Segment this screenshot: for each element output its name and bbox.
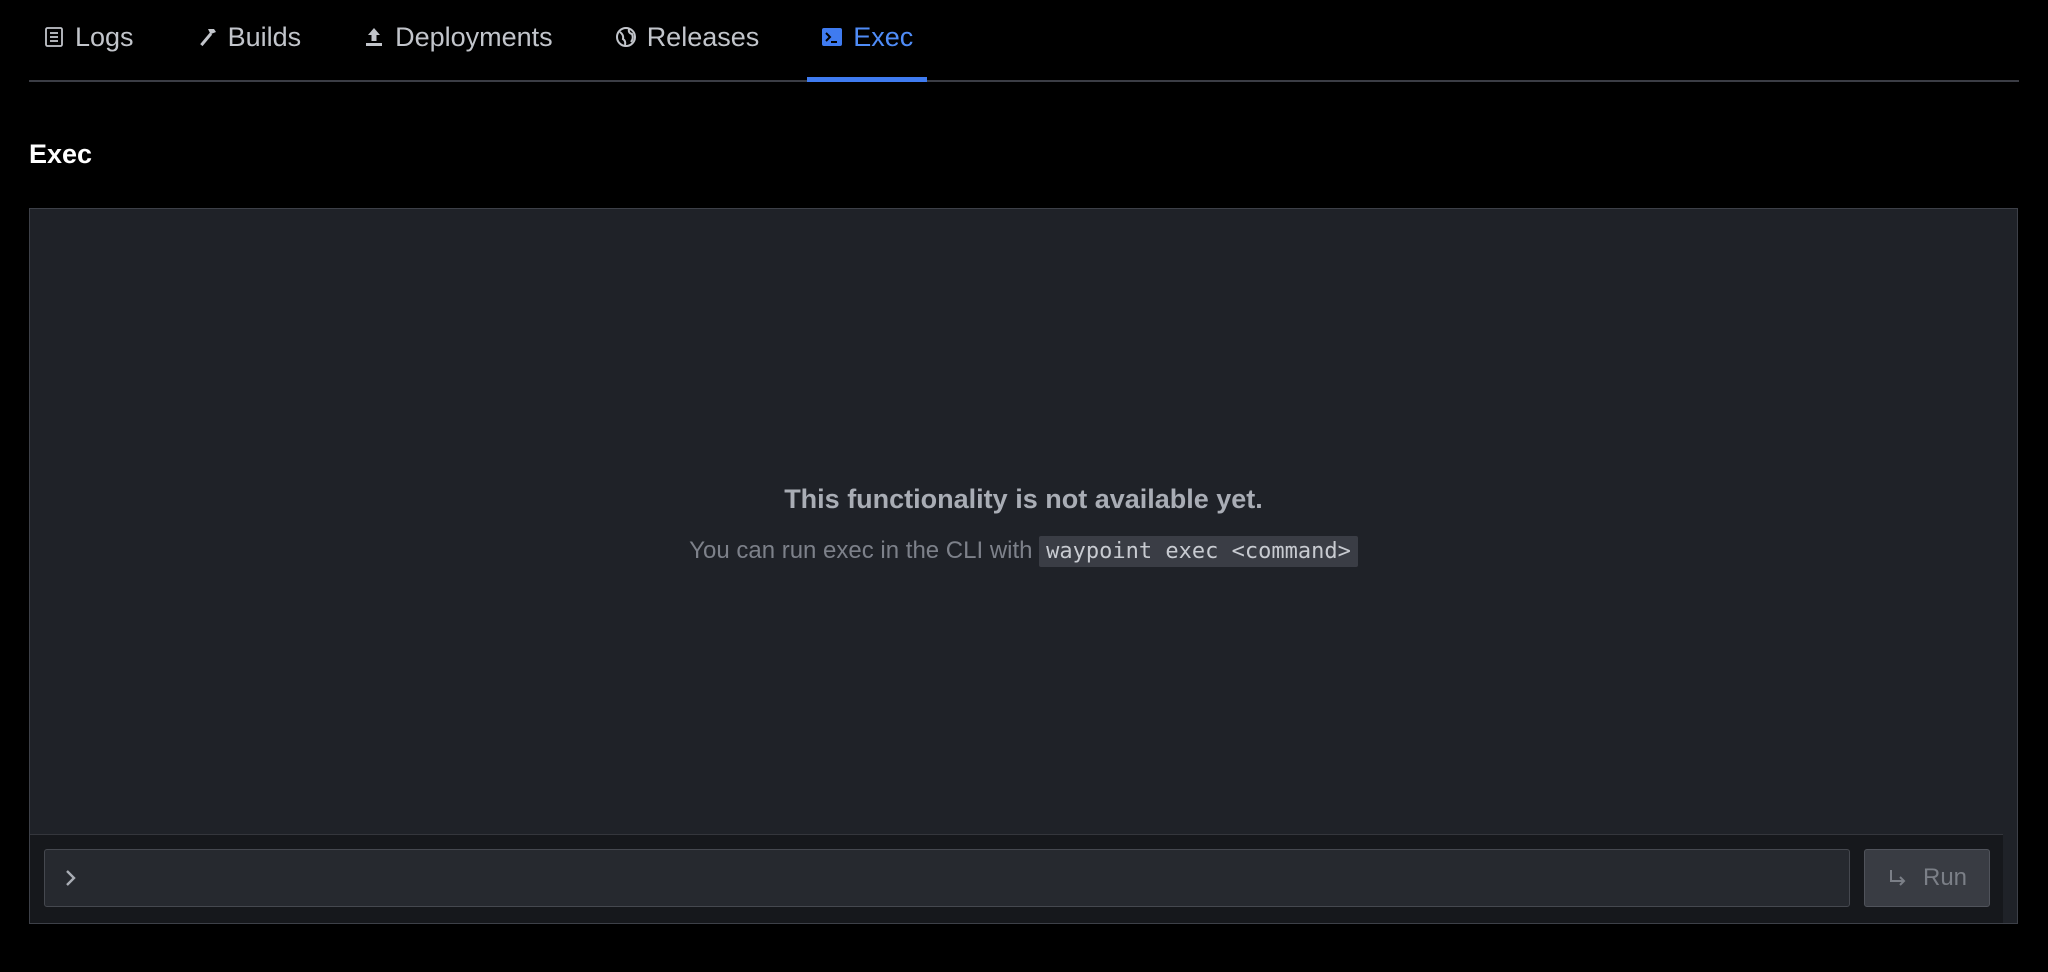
- empty-state-title: This functionality is not available yet.: [784, 484, 1263, 514]
- tab-label: Exec: [853, 21, 914, 52]
- tab-label: Releases: [646, 21, 760, 52]
- tab-label: Deployments: [395, 21, 553, 52]
- globe-icon: [615, 26, 637, 48]
- tab-bar: Logs Builds Deployments Releases Exec: [29, 0, 2019, 82]
- hammer-icon: [196, 26, 218, 48]
- tab-deployments[interactable]: Deployments: [349, 0, 567, 80]
- command-input-container[interactable]: [44, 849, 1850, 907]
- run-button-label: Run: [1922, 864, 1968, 891]
- tab-builds[interactable]: Builds: [182, 0, 316, 80]
- tab-exec[interactable]: Exec: [807, 0, 928, 82]
- tab-label: Logs: [75, 21, 134, 52]
- enter-arrow-icon: [1887, 867, 1909, 889]
- upload-icon: [363, 26, 385, 48]
- run-button[interactable]: Run: [1864, 849, 1990, 907]
- tab-logs[interactable]: Logs: [29, 0, 148, 80]
- terminal-icon: [821, 26, 843, 48]
- logs-icon: [43, 26, 65, 48]
- page-title: Exec: [29, 139, 93, 169]
- tab-releases[interactable]: Releases: [601, 0, 774, 80]
- chevron-right-icon: [61, 868, 81, 888]
- cli-command-snippet: waypoint exec <command>: [1039, 536, 1358, 567]
- empty-state-description: You can run exec in the CLI with waypoin…: [30, 533, 2017, 569]
- empty-state: This functionality is not available yet.…: [30, 479, 2017, 569]
- empty-state-text: You can run exec in the CLI with: [689, 537, 1033, 564]
- command-input[interactable]: [81, 850, 1849, 906]
- exec-panel: This functionality is not available yet.…: [29, 208, 2018, 924]
- command-bar: Run: [30, 834, 2003, 923]
- tab-label: Builds: [227, 21, 302, 52]
